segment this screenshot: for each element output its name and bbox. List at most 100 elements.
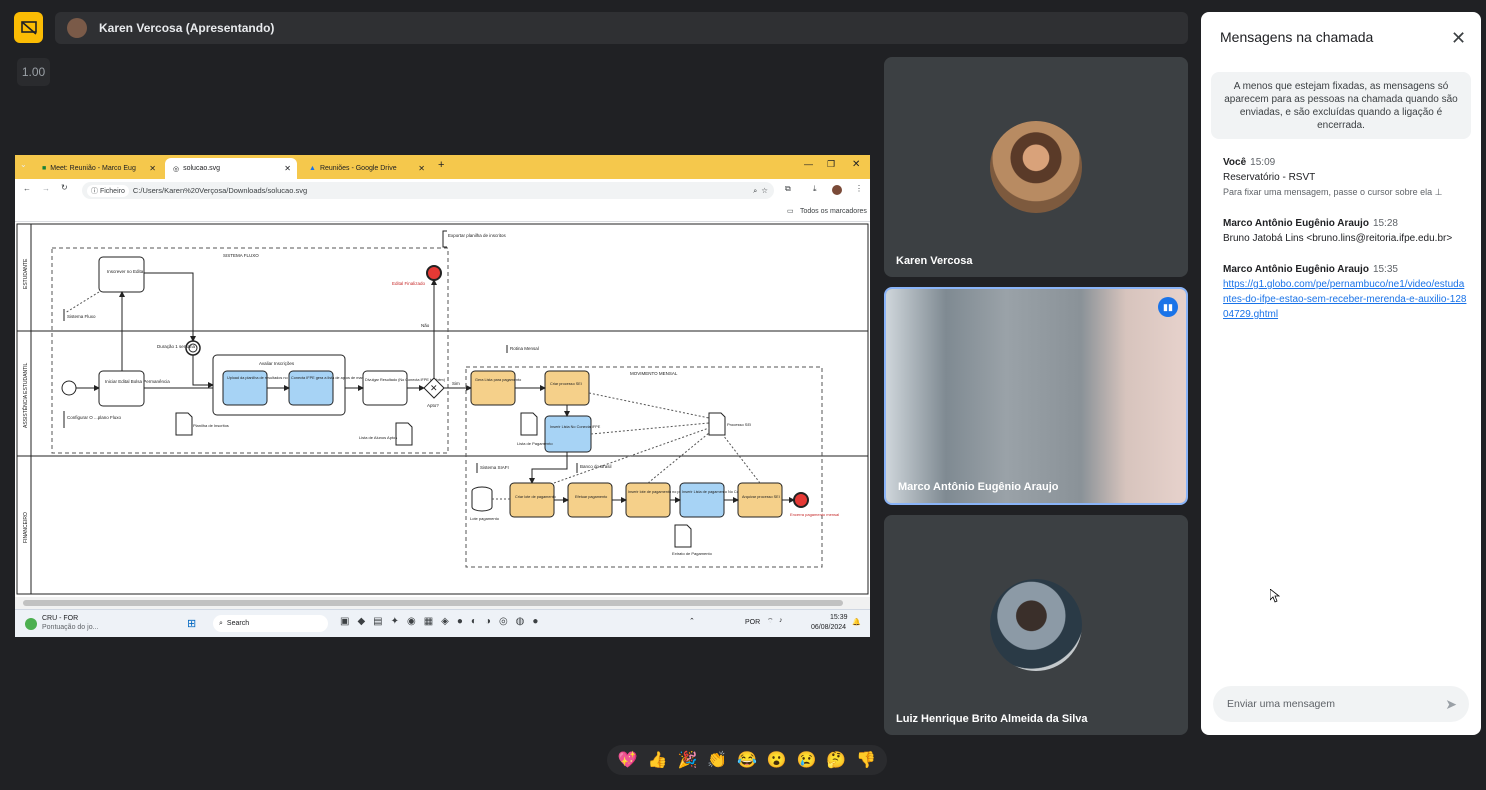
party-reaction-button[interactable]: 🎉: [677, 750, 697, 770]
minimize-icon[interactable]: —: [804, 159, 813, 169]
clock-date[interactable]: 06/08/2024: [811, 624, 846, 631]
presenter-bar: Karen Vercosa (Apresentando): [55, 12, 1188, 44]
event-edital-finalizado: Edital Finalizado: [392, 281, 426, 286]
notification-icon[interactable]: 🔔: [852, 618, 861, 626]
annotation-rotina: Rotina Mensal: [510, 346, 539, 351]
profile-avatar[interactable]: [832, 185, 842, 195]
taskbar-search[interactable]: ⌕ Search: [213, 615, 328, 632]
participant-name: Luiz Henrique Brito Almeida da Silva: [896, 713, 1088, 725]
chat-message: Marco Antônio Eugênio Araujo 15:28 Bruno …: [1223, 216, 1468, 246]
send-icon[interactable]: ➤: [1445, 696, 1457, 713]
clap-reaction-button[interactable]: 👏: [707, 750, 727, 770]
doc-processo-sei: Processo SEI: [727, 422, 751, 427]
back-icon[interactable]: ←: [23, 184, 31, 193]
annotation-siafi: Sistema SIAFI: [480, 465, 509, 470]
url-text: C:/Users/Karen%20Verçosa/Downloads/soluc…: [132, 186, 308, 195]
lane-estudante: ESTUDANTE: [23, 258, 29, 289]
bpmn-svg: ESTUDANTE ASSISTÊNCIA ESTUDANTIL FINANCE…: [16, 223, 869, 595]
chat-input[interactable]: Enviar uma mensagem ➤: [1213, 686, 1469, 722]
bookmarks-label[interactable]: Todos os marcadores: [800, 208, 867, 215]
presenter-label: Karen Vercosa (Apresentando): [99, 21, 275, 35]
db-lote-pagamento: Lote pagamento: [470, 516, 500, 521]
close-icon[interactable]: ✕: [418, 164, 425, 173]
present-off-icon: [20, 20, 37, 35]
annotation-sistema-fluxo: Sistema Fluxo: [67, 314, 96, 319]
volume-icon[interactable]: ♪: [779, 617, 783, 624]
close-icon[interactable]: ✕: [149, 164, 156, 173]
speaking-indicator-icon: ▮▮: [1158, 297, 1178, 317]
stop-presenting-button[interactable]: [14, 12, 43, 43]
thumbs-up-reaction-button[interactable]: 👍: [648, 750, 668, 770]
flow-sim: Sim: [452, 381, 460, 386]
avatar: [990, 579, 1082, 671]
doc-extrato: Extrato de Pagamento: [672, 551, 713, 556]
pin-icon[interactable]: ⊥: [1435, 187, 1443, 197]
surprised-reaction-button[interactable]: 😮: [767, 750, 787, 770]
reactions-bar: 💖 👍 🎉 👏 😂 😮 😢 🤔 👎: [607, 745, 887, 775]
menu-icon[interactable]: ⋮: [855, 184, 863, 193]
tab-drive[interactable]: ▲ Reuniões - Google Drive ✕: [301, 158, 431, 179]
participant-tile-karen[interactable]: Karen Vercosa: [884, 57, 1188, 277]
message-link[interactable]: https://g1.globo.com/pe/pernambuco/ne1/v…: [1223, 279, 1466, 320]
doc-lista-pagamento: Lista de Pagamento: [517, 441, 553, 446]
tab-meet[interactable]: ■ Meet: Reunião - Marco Eug ✕: [34, 158, 162, 179]
star-icon[interactable]: ☆: [761, 186, 768, 195]
clock-time[interactable]: 15:39: [830, 614, 848, 621]
forward-icon[interactable]: →: [42, 184, 50, 193]
close-icon[interactable]: ✕: [1451, 28, 1466, 49]
reload-icon[interactable]: ↻: [61, 183, 68, 192]
gateway-x-icon: ✕: [430, 383, 438, 393]
participant-tile-marco[interactable]: ▮▮ Marco Antônio Eugênio Araujo: [884, 287, 1188, 505]
group-movimento: MOVIMENTO MENSAL: [630, 371, 678, 376]
windows-taskbar: CRU - FOR Pontuação do jo... ⊞ ⌕ Search …: [15, 609, 870, 637]
globe-icon: ◎: [173, 165, 180, 173]
mouse-cursor-icon: [1270, 589, 1280, 603]
message-text: Bruno Jatobá Lins <bruno.lins@reitoria.i…: [1223, 233, 1453, 244]
video-background: [886, 289, 1186, 503]
annotation-exportar: Exportar planilha de inscritos: [448, 233, 507, 238]
horizontal-scrollbar[interactable]: [15, 597, 870, 609]
message-hint: Para fixar uma mensagem, passe o cursor …: [1223, 187, 1433, 197]
wifi-icon[interactable]: ⌔: [767, 617, 774, 626]
timer-duracao: Duração 1 semana: [157, 344, 196, 349]
windows-start-icon[interactable]: ⊞: [187, 617, 196, 630]
close-icon[interactable]: ✕: [284, 164, 291, 173]
new-tab-button[interactable]: +: [438, 159, 444, 171]
flow-nao: Não: [421, 323, 430, 328]
task-gera-lista: Gera Lista para pagamento: [475, 378, 521, 382]
close-window-icon[interactable]: ✕: [852, 159, 860, 170]
lang-indicator[interactable]: POR: [745, 619, 760, 626]
chat-panel: Mensagens na chamada ✕ A menos que estej…: [1201, 12, 1481, 735]
heart-reaction-button[interactable]: 💖: [618, 750, 638, 770]
tab-label: Meet: Reunião - Marco Eug: [50, 165, 136, 172]
task-arquivar: Arquivar processo SEI: [742, 495, 780, 499]
message-sender: Você: [1223, 157, 1247, 168]
laugh-reaction-button[interactable]: 😂: [737, 750, 757, 770]
task-inserir-lista: Inserir Lista No Conecta IFPE: [550, 425, 601, 429]
thinking-reaction-button[interactable]: 🤔: [826, 750, 846, 770]
participant-tile-luiz[interactable]: Luiz Henrique Brito Almeida da Silva: [884, 515, 1188, 735]
zoom-level[interactable]: 1.00: [17, 58, 50, 86]
taskbar-app-icons[interactable]: ▣◆▤✦◉▦◈●◐◑◎◍●: [340, 616, 546, 627]
weather-icon[interactable]: [25, 618, 37, 630]
chat-message: Você 15:09 Reservatório - RSVT Para fixar…: [1223, 155, 1468, 200]
folder-icon: ▭: [787, 208, 794, 215]
sad-reaction-button[interactable]: 😢: [797, 750, 817, 770]
scrollbar-thumb[interactable]: [23, 600, 843, 606]
zoom-icon[interactable]: ⌕: [753, 186, 757, 196]
lane-financeiro: FINANCEIRO: [23, 512, 29, 543]
chevron-up-icon[interactable]: ⌃: [689, 617, 695, 625]
participant-name: Karen Vercosa: [896, 255, 973, 267]
download-icon[interactable]: ⤓: [813, 184, 817, 194]
thumbs-down-reaction-button[interactable]: 👎: [856, 750, 876, 770]
omnibox[interactable]: ⓘ Ficheiro C:/Users/Karen%20Verçosa/Down…: [82, 182, 774, 199]
maximize-icon[interactable]: ❐: [827, 159, 835, 170]
bpmn-diagram: ESTUDANTE ASSISTÊNCIA ESTUDANTIL FINANCE…: [15, 223, 870, 597]
tab-search-icon[interactable]: ⌄: [20, 160, 27, 169]
tab-solucao[interactable]: ◎ solucao.svg ✕: [165, 158, 297, 179]
extensions-icon[interactable]: ⧉: [785, 184, 791, 194]
group-sistema-fluxo: SISTEMA FLUXO: [223, 253, 259, 258]
presenter-avatar: [67, 18, 87, 38]
message-time: 15:28: [1372, 218, 1398, 229]
bookmarks-bar: ▭ Todos os marcadores: [15, 202, 870, 222]
